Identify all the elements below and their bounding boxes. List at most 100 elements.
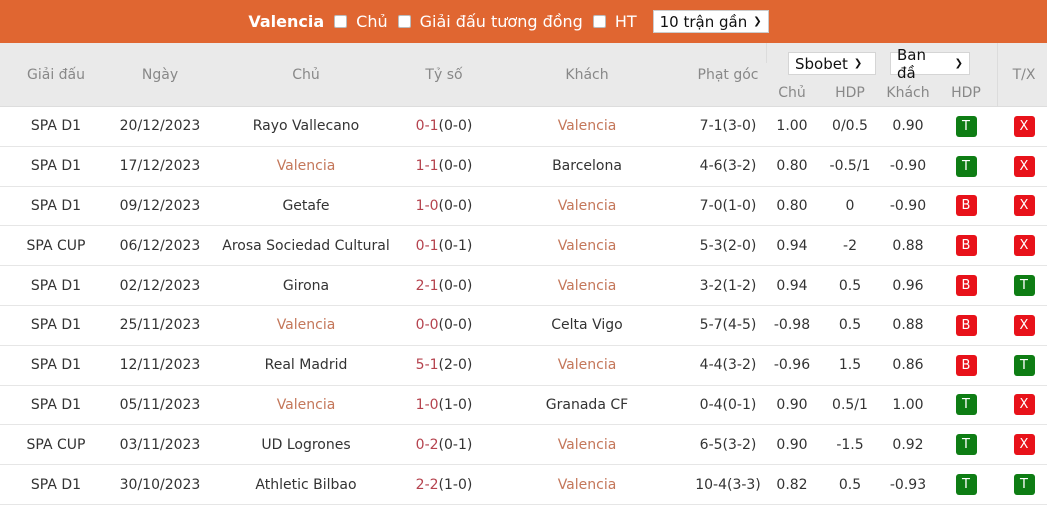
home-team-link[interactable]: Valencia: [208, 386, 404, 425]
score-cell[interactable]: 0-0 (0-0): [404, 306, 484, 345]
handicap-cell: -2: [843, 237, 857, 254]
away-team-link[interactable]: Valencia: [484, 226, 690, 265]
date-cell: 30/10/2023: [119, 476, 201, 493]
away-team-link[interactable]: Valencia: [484, 266, 690, 305]
date-cell: 05/11/2023: [119, 396, 201, 413]
tx-result-cell: X: [998, 306, 1047, 345]
score-fulltime: 1-0: [415, 197, 439, 214]
checkbox-icon[interactable]: [334, 15, 348, 28]
home-team-link[interactable]: Girona: [208, 266, 404, 305]
league-cell[interactable]: SPA D1: [0, 147, 112, 186]
home-team-link[interactable]: Real Madrid: [208, 346, 404, 385]
corner-cell: 5-7(4-5): [699, 317, 757, 334]
tx-result-cell: T: [998, 266, 1047, 305]
score-halftime: (0-0): [438, 317, 473, 334]
home-team-link[interactable]: Valencia: [208, 306, 404, 345]
corner-cell: 6-5(3-2): [699, 436, 757, 453]
league-cell[interactable]: SPA D1: [0, 107, 112, 146]
score-cell[interactable]: 0-1 (0-1): [404, 226, 484, 265]
away-team-link[interactable]: Celta Vigo: [484, 306, 690, 345]
score-cell[interactable]: 1-1 (0-0): [404, 147, 484, 186]
league-cell[interactable]: SPA D1: [0, 346, 112, 385]
away-team-link[interactable]: Valencia: [484, 465, 690, 504]
hdp-result-badge: T: [955, 155, 977, 177]
hdp-result-cell: T: [934, 425, 998, 464]
tx-result-cell: X: [998, 107, 1047, 146]
away-team-link[interactable]: Valencia: [484, 187, 690, 226]
away-team-link[interactable]: Valencia: [484, 107, 690, 146]
corner-cell: 10-4(3-3): [695, 476, 761, 493]
away-team-link[interactable]: Granada CF: [484, 386, 690, 425]
home-team-link[interactable]: Getafe: [208, 187, 404, 226]
score-halftime: (0-0): [438, 277, 473, 294]
home-odds-cell: -0.98: [773, 317, 811, 334]
table-row[interactable]: SPA D1 02/12/2023 Girona 2-1 (0-0) Valencia 3-…: [0, 266, 1047, 306]
checkbox-icon[interactable]: [397, 15, 411, 28]
league-cell[interactable]: SPA D1: [0, 306, 112, 345]
score-cell[interactable]: 0-2 (0-1): [404, 425, 484, 464]
away-team-link[interactable]: Barcelona: [484, 147, 690, 186]
corner-cell: 4-6(3-2): [699, 158, 757, 175]
table-row[interactable]: SPA D1 12/11/2023 Real Madrid 5-1 (2-0) Valen…: [0, 346, 1047, 386]
score-halftime: (0-0): [438, 118, 473, 135]
league-cell[interactable]: SPA D1: [0, 465, 112, 504]
table-header: Giải đấu Ngày Chủ Tỷ số Khách Phạt góc S…: [0, 43, 1047, 107]
home-team-link[interactable]: Arosa Sociedad Cultural: [208, 226, 404, 265]
table-row[interactable]: SPA D1 25/11/2023 Valencia 0-0 (0-0) Celta Vi…: [0, 306, 1047, 346]
table-row[interactable]: SPA D1 09/12/2023 Getafe 1-0 (0-0) Valencia 7-…: [0, 187, 1047, 227]
table-row[interactable]: SPA D1 20/12/2023 Rayo Vallecano 0-1 (0-0) Va…: [0, 107, 1047, 147]
league-cell[interactable]: SPA D1: [0, 386, 112, 425]
match-count-value: 10 trận gần: [659, 12, 748, 31]
filter-same-league-label: Giải đấu tương đồng: [419, 12, 583, 31]
score-cell[interactable]: 1-0 (0-0): [404, 187, 484, 226]
table-row[interactable]: SPA D1 05/11/2023 Valencia 1-0 (1-0) Granada …: [0, 386, 1047, 426]
away-team-link[interactable]: Valencia: [484, 346, 690, 385]
header-away: Khách: [565, 67, 609, 83]
league-cell[interactable]: SPA CUP: [0, 226, 112, 265]
score-fulltime: 0-0: [415, 317, 439, 334]
filter-ht-label: HT: [614, 12, 637, 31]
away-odds-cell: 0.88: [892, 237, 924, 254]
score-cell[interactable]: 5-1 (2-0): [404, 346, 484, 385]
score-halftime: (0-1): [438, 436, 473, 453]
league-cell[interactable]: SPA D1: [0, 266, 112, 305]
home-team-link[interactable]: Valencia: [208, 147, 404, 186]
home-team-link[interactable]: Rayo Vallecano: [208, 107, 404, 146]
score-halftime: (1-0): [438, 476, 473, 493]
hdp-result-cell: T: [934, 147, 998, 186]
table-row[interactable]: SPA CUP 03/11/2023 UD Logrones 0-2 (0-1) Vale…: [0, 425, 1047, 466]
hdp-result-cell: B: [934, 187, 998, 226]
chevron-down-icon: ❯: [753, 16, 762, 27]
filter-same-league-checkbox[interactable]: Giải đấu tương đồng: [397, 12, 583, 31]
home-team-link[interactable]: Athletic Bilbao: [208, 465, 404, 504]
checkbox-icon[interactable]: [592, 15, 606, 28]
tx-result-cell: X: [998, 425, 1047, 464]
score-cell[interactable]: 2-1 (0-0): [404, 266, 484, 305]
score-cell[interactable]: 2-2 (1-0): [404, 465, 484, 504]
hdp-result-cell: B: [934, 306, 998, 345]
filter-home-checkbox[interactable]: Chủ: [334, 12, 388, 31]
league-cell[interactable]: SPA D1: [0, 187, 112, 226]
match-list: SPA D1 20/12/2023 Rayo Vallecano 0-1 (0-0) Va…: [0, 107, 1047, 505]
home-team-link[interactable]: UD Logrones: [208, 425, 404, 464]
table-row[interactable]: SPA D1 17/12/2023 Valencia 1-1 (0-0) Barcelon…: [0, 147, 1047, 187]
hdp-result-badge: B: [955, 195, 977, 217]
odds-type-select[interactable]: Ban đầ ❯: [890, 46, 970, 82]
filter-ht-checkbox[interactable]: HT: [592, 12, 637, 31]
header-divider: [766, 43, 767, 63]
match-count-select[interactable]: 10 trận gần ❯: [652, 10, 769, 33]
away-odds-cell: 0.90: [892, 118, 924, 135]
header-away-odds: Khách: [886, 85, 930, 101]
away-team-link[interactable]: Valencia: [484, 425, 690, 464]
score-cell[interactable]: 0-1 (0-0): [404, 107, 484, 146]
table-row[interactable]: SPA D1 30/10/2023 Athletic Bilbao 2-2 (1-0) V…: [0, 465, 1047, 505]
league-cell[interactable]: SPA CUP: [0, 425, 112, 464]
score-cell[interactable]: 1-0 (1-0): [404, 386, 484, 425]
header-corner: Phạt góc: [697, 67, 759, 83]
table-row[interactable]: SPA CUP 06/12/2023 Arosa Sociedad Cultural…: [0, 226, 1047, 267]
bookmaker-select[interactable]: Sbobet ❯: [788, 52, 876, 75]
score-halftime: (1-0): [438, 396, 473, 413]
hdp-result-badge: B: [955, 314, 977, 336]
away-odds-cell: 0.88: [892, 317, 924, 334]
handicap-cell: 0.5: [838, 476, 862, 493]
